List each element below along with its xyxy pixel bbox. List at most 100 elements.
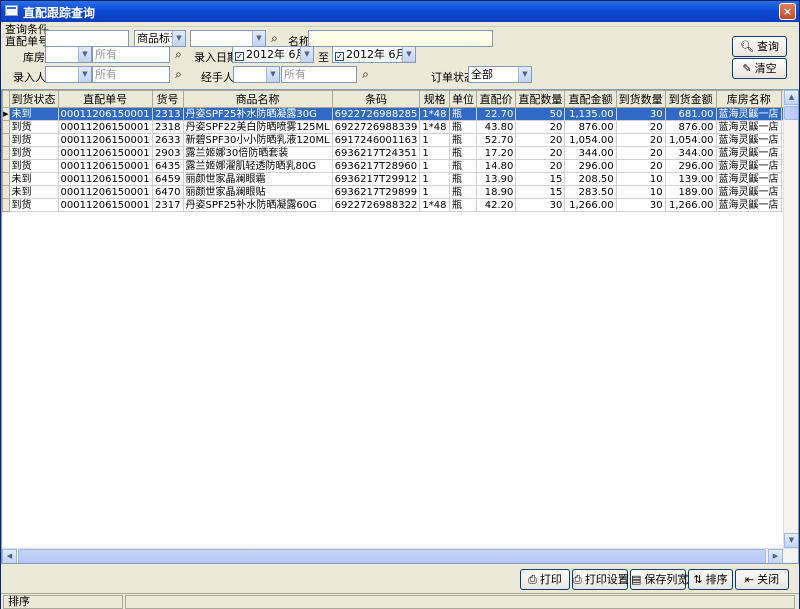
date-from-picker[interactable]: ✓2012年 6月15日 ▼ xyxy=(232,46,314,63)
order-status-select[interactable]: 全部 ▼ xyxy=(468,66,532,83)
table-cell: 30 xyxy=(515,198,566,212)
date-to-label: 至 xyxy=(318,51,329,64)
checkbox-icon[interactable]: ✓ xyxy=(335,52,344,61)
table-cell: 6936217T29899 xyxy=(331,185,421,199)
table-cell: 6917246001163 xyxy=(331,133,421,147)
horizontal-scrollbar[interactable]: ◀ ▶ xyxy=(2,548,798,563)
scroll-right-icon[interactable]: ▶ xyxy=(768,549,783,563)
table-cell: 20 xyxy=(615,133,666,147)
product-id-value-select[interactable]: ▼ xyxy=(190,30,266,47)
table-cell: 20 xyxy=(615,120,666,134)
table-cell: 新碧SPF30小小防晒乳液120ML xyxy=(182,133,333,147)
table-row[interactable]: 到货 00011206150001 2903 露兰姬娜30倍防晒套装 6936217T2… xyxy=(2,146,798,160)
table-cell: 344.00 xyxy=(564,146,617,160)
data-grid[interactable]: 到货状态 直配单号 货号 商品名称 条码 规格 单位 直配价 直配数量 直配金额 到货数量 到货金额库… xyxy=(1,89,799,564)
scroll-up-icon[interactable]: ▲ xyxy=(784,90,798,105)
column-header[interactable]: 直配价 xyxy=(475,90,517,108)
title-bar: 直配跟踪查询 × xyxy=(1,1,799,22)
chevron-down-icon: ▼ xyxy=(518,67,531,82)
column-header[interactable]: 货号 xyxy=(151,90,184,108)
column-header[interactable]: 商品名称 xyxy=(182,90,333,108)
name-input[interactable] xyxy=(308,30,493,47)
table-cell: 1 xyxy=(419,133,450,147)
binoculars-icon[interactable]: ⌕ xyxy=(268,32,281,45)
save-icon: ▤ xyxy=(631,573,642,586)
column-header[interactable]: 直配数量 xyxy=(515,90,566,108)
table-cell: 6922726988322 xyxy=(331,198,421,212)
column-header[interactable]: 单位 xyxy=(448,90,477,108)
table-row[interactable]: 到货 00011206150001 2317 丹姿SPF25补水防晒凝露60G 6922… xyxy=(2,198,798,212)
handler-select[interactable]: ▼ xyxy=(233,66,280,83)
sort-button-label: 排序 xyxy=(705,573,728,586)
date-to-picker[interactable]: ✓2012年 6月15日 ▼ xyxy=(332,46,416,63)
product-id-select[interactable]: 商品标识 ▼ xyxy=(134,30,186,47)
warehouse-name-field: 所有 xyxy=(92,46,170,63)
table-cell: 1*48 xyxy=(419,120,450,134)
close-window-button[interactable]: × xyxy=(779,3,796,20)
checkbox-icon[interactable]: ✓ xyxy=(235,52,244,61)
table-cell: 丹姿SPF22美白防晒喷雾125ML xyxy=(182,120,333,134)
print-setup-button[interactable]: ⎙ 打印设置 xyxy=(572,569,629,590)
table-cell: 到货 xyxy=(8,159,59,173)
table-cell: 139.00 xyxy=(664,172,717,186)
binoculars-icon[interactable]: ⌕ xyxy=(172,48,185,61)
table-row[interactable]: 到货 00011206150001 2318 丹姿SPF22美白防晒喷雾125ML 69… xyxy=(2,120,798,134)
row-indicator[interactable]: ▶ xyxy=(2,107,10,121)
close-button[interactable]: ⇤ 关闭 xyxy=(735,569,789,590)
table-row[interactable]: 到货 00011206150001 2633 新碧SPF30小小防晒乳液120ML 69… xyxy=(2,133,798,147)
vertical-scrollbar[interactable]: ▲ ▼ xyxy=(783,90,798,548)
search-button[interactable]: 🔍︎ 查询 xyxy=(732,36,787,57)
table-cell: 10 xyxy=(615,185,666,199)
vertical-scroll-thumb[interactable] xyxy=(784,106,798,120)
table-cell: 22.70 xyxy=(475,107,517,121)
table-cell: 20 xyxy=(515,120,566,134)
horizontal-scroll-thumb[interactable] xyxy=(18,549,766,563)
entered-by-select[interactable]: ▼ xyxy=(45,66,92,83)
column-header[interactable]: 直配金额 xyxy=(564,90,617,108)
clear-button[interactable]: ✎ 清空 xyxy=(732,58,787,79)
column-header[interactable]: 库房名称 xyxy=(715,90,782,108)
table-cell: 6922726988285 xyxy=(331,107,421,121)
entered-by-name-field: 所有 xyxy=(92,66,170,83)
table-cell: 2313 xyxy=(151,107,184,121)
table-cell: 1*48 xyxy=(419,107,450,121)
search-icon: 🔍︎ xyxy=(740,40,754,53)
column-header[interactable]: 到货金额 xyxy=(664,90,717,108)
binoculars-icon[interactable]: ⌕ xyxy=(172,68,185,81)
table-cell: 蓝海灵鼷一店 xyxy=(715,133,782,147)
sort-button[interactable]: ⇅ 排序 xyxy=(688,569,733,590)
warehouse-select[interactable]: ▼ xyxy=(45,46,92,63)
column-header[interactable]: 直配单号 xyxy=(57,90,153,108)
table-cell: 43.80 xyxy=(475,120,517,134)
table-cell: 蓝海灵鼷一店 xyxy=(715,198,782,212)
save-columns-button[interactable]: ▤ 保存列宽 xyxy=(630,569,688,590)
entered-by-label: 录入人 xyxy=(13,71,46,84)
column-header[interactable]: 到货数量 xyxy=(615,90,666,108)
table-cell: 208.50 xyxy=(564,172,617,186)
table-row[interactable]: 未到 00011206150001 6470 丽颜世家晶澜眼贴 6936217T2989… xyxy=(2,185,798,199)
print-button[interactable]: ⎙ 打印 xyxy=(520,569,570,590)
table-cell: 00011206150001 xyxy=(57,133,153,147)
table-cell: 42.20 xyxy=(475,198,517,212)
column-header[interactable]: 到货状态 xyxy=(8,90,59,108)
table-row[interactable]: 到货 00011206150001 6435 露兰姬娜濯肌轻透防晒乳80G 693621… xyxy=(2,159,798,173)
table-cell: 瓶 xyxy=(448,120,477,134)
table-cell: 丹姿SPF25补水防晒凝露60G xyxy=(182,198,333,212)
column-header[interactable]: 规格 xyxy=(419,90,450,108)
order-no-input[interactable] xyxy=(45,30,129,47)
table-cell: 00011206150001 xyxy=(57,198,153,212)
table-cell: 18.90 xyxy=(475,185,517,199)
search-button-label: 查询 xyxy=(756,40,779,53)
table-cell: 15 xyxy=(515,185,566,199)
table-cell: 露兰姬娜30倍防晒套装 xyxy=(182,146,333,160)
scroll-down-icon[interactable]: ▼ xyxy=(784,533,798,548)
table-row[interactable]: 未到 00011206150001 6459 丽颜世家晶澜眼霜 6936217T2991… xyxy=(2,172,798,186)
scroll-left-icon[interactable]: ◀ xyxy=(2,549,17,563)
warehouse-label: 库房 xyxy=(23,51,45,64)
close-button-label: 关闭 xyxy=(757,573,780,586)
order-no-label: 直配单号 xyxy=(5,35,49,48)
binoculars-icon[interactable]: ⌕ xyxy=(359,68,372,81)
table-cell: 6936217T24351 xyxy=(331,146,421,160)
table-row[interactable]: ▶ 未到 00011206150001 2313 丹姿SPF25补水防晒凝露30G 692… xyxy=(2,107,798,121)
column-header[interactable]: 条码 xyxy=(331,90,421,108)
